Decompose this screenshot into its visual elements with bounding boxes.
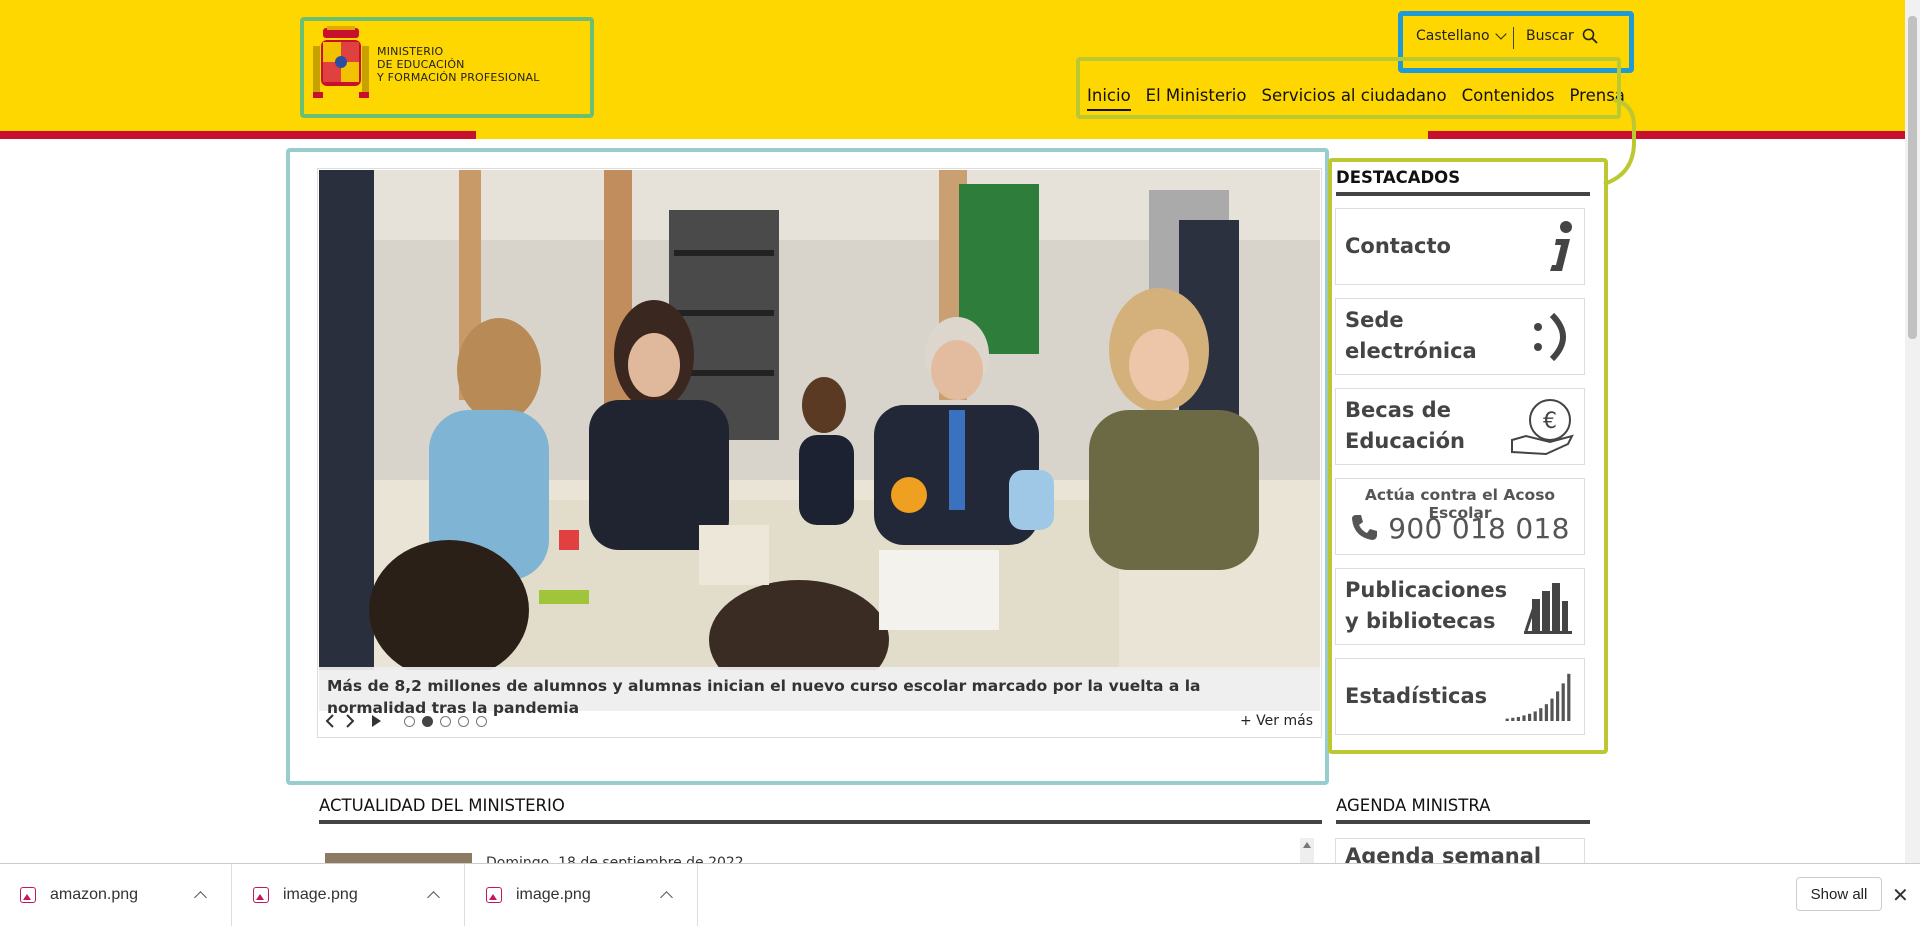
carousel-controls <box>324 709 487 733</box>
carousel-dots <box>404 715 487 727</box>
chevron-down-icon <box>1494 28 1507 40</box>
logo-line: MINISTERIO <box>377 44 444 58</box>
page-scrollbar-thumb[interactable] <box>1908 16 1917 339</box>
search-button[interactable]: Buscar <box>1526 28 1598 44</box>
logo-text: MINISTERIO DE EDUCACIÓN Y FORMACIÓN PROF… <box>377 45 540 84</box>
header-divider <box>1513 27 1514 49</box>
agenda-semanal-card[interactable]: Agenda semanal <box>1335 838 1585 863</box>
ver-mas-label: Ver más <box>1256 713 1313 729</box>
download-item[interactable]: image.png <box>466 864 698 926</box>
nav-servicios[interactable]: Servicios al ciudadano <box>1261 86 1446 111</box>
chevron-up-icon[interactable] <box>660 890 673 904</box>
agenda-title: AGENDA MINISTRA <box>1336 796 1590 824</box>
language-label: Castellano <box>1416 28 1490 44</box>
info-icon <box>1504 217 1576 277</box>
carousel-dot[interactable] <box>404 715 415 727</box>
chevron-up-icon[interactable] <box>194 890 207 904</box>
chevron-up-icon[interactable] <box>427 890 440 904</box>
carousel-photo[interactable] <box>319 170 1320 670</box>
logo-line: Y FORMACIÓN PROFESIONAL <box>377 70 540 84</box>
destacado-label: Publicaciones y bibliotecas <box>1345 578 1508 633</box>
image-file-icon <box>486 887 502 903</box>
language-selector[interactable]: Castellano <box>1416 28 1507 44</box>
site-header: MINISTERIO DE EDUCACIÓN Y FORMACIÓN PROF… <box>0 0 1905 131</box>
download-filename: image.png <box>516 886 591 903</box>
main-nav: Inicio El Ministerio Servicios al ciudad… <box>1087 86 1625 111</box>
plus-icon: + <box>1239 713 1252 729</box>
nav-inicio[interactable]: Inicio <box>1087 86 1131 111</box>
acoso-phone-number: 900 018 018 <box>1388 512 1570 545</box>
phone-icon <box>1352 515 1378 540</box>
show-all-button[interactable]: Show all <box>1796 877 1882 911</box>
download-item[interactable]: amazon.png <box>0 864 232 926</box>
destacado-label: Contacto <box>1345 234 1451 258</box>
ver-mas-link[interactable]: + Ver más <box>1240 713 1313 729</box>
carousel-dot[interactable] <box>458 715 469 727</box>
news-carousel: Más de 8,2 millones de alumnos y alumnas… <box>317 168 1322 738</box>
destacado-contacto[interactable]: Contacto <box>1335 208 1585 285</box>
svg-text:€: € <box>1543 409 1557 434</box>
destacado-sede-electronica[interactable]: Sede electrónica <box>1335 298 1585 375</box>
euro-hand-icon: € <box>1504 397 1576 457</box>
header-stripe-yellow <box>476 131 1428 139</box>
news-thumbnail[interactable] <box>325 853 472 863</box>
destacado-label: Estadísticas <box>1345 684 1488 708</box>
books-icon <box>1504 577 1576 637</box>
nav-el-ministerio[interactable]: El Ministerio <box>1146 86 1247 111</box>
acoso-escolar-card[interactable]: Actúa contra el Acoso Escolar 900 018 01… <box>1335 478 1585 555</box>
close-icon[interactable]: ✕ <box>1892 883 1909 908</box>
download-filename: amazon.png <box>50 886 139 903</box>
agenda-card-label: Agenda semanal <box>1345 844 1542 863</box>
acoso-phone-row: 900 018 018 <box>1336 512 1584 545</box>
page-scrollbar[interactable] <box>1905 0 1920 863</box>
carousel-dot[interactable] <box>440 715 451 727</box>
carousel-dot-active[interactable] <box>422 715 433 727</box>
nav-prensa[interactable]: Prensa <box>1570 86 1625 111</box>
next-arrow-icon[interactable] <box>344 713 356 729</box>
bar-chart-icon <box>1504 667 1576 727</box>
coat-of-arms-icon <box>313 26 369 98</box>
downloads-bar: amazon.png image.png image.png Show all … <box>0 863 1920 926</box>
image-file-icon <box>20 887 36 903</box>
destacado-label: Sede electrónica <box>1345 308 1477 363</box>
search-icon <box>1582 28 1598 44</box>
actualidad-title: ACTUALIDAD DEL MINISTERIO <box>319 796 1322 824</box>
ministry-logo[interactable]: MINISTERIO DE EDUCACIÓN Y FORMACIÓN PROF… <box>313 24 583 104</box>
destacados-title: DESTACADOS <box>1336 168 1590 196</box>
download-filename: image.png <box>283 886 358 903</box>
prev-arrow-icon[interactable] <box>324 713 336 729</box>
image-file-icon <box>253 887 269 903</box>
smiley-icon <box>1504 307 1576 367</box>
destacado-label: Becas de Educación <box>1345 398 1465 453</box>
carousel-caption: Más de 8,2 millones de alumnos y alumnas… <box>319 667 1320 717</box>
classroom-photo-illustration <box>319 170 1320 670</box>
news-date: Domingo, 18 de septiembre de 2022 <box>486 855 744 863</box>
search-label: Buscar <box>1526 28 1574 44</box>
play-icon[interactable] <box>370 713 382 729</box>
destacado-becas[interactable]: Becas de Educación € <box>1335 388 1585 465</box>
news-list-scrollbar[interactable] <box>1300 838 1314 863</box>
destacado-publicaciones[interactable]: Publicaciones y bibliotecas <box>1335 568 1585 645</box>
destacado-estadisticas[interactable]: Estadísticas <box>1335 658 1585 735</box>
carousel-dot[interactable] <box>476 715 487 727</box>
logo-line: DE EDUCACIÓN <box>377 57 465 71</box>
download-item[interactable]: image.png <box>233 864 465 926</box>
nav-contenidos[interactable]: Contenidos <box>1462 86 1555 111</box>
scroll-up-icon[interactable] <box>1300 839 1314 853</box>
